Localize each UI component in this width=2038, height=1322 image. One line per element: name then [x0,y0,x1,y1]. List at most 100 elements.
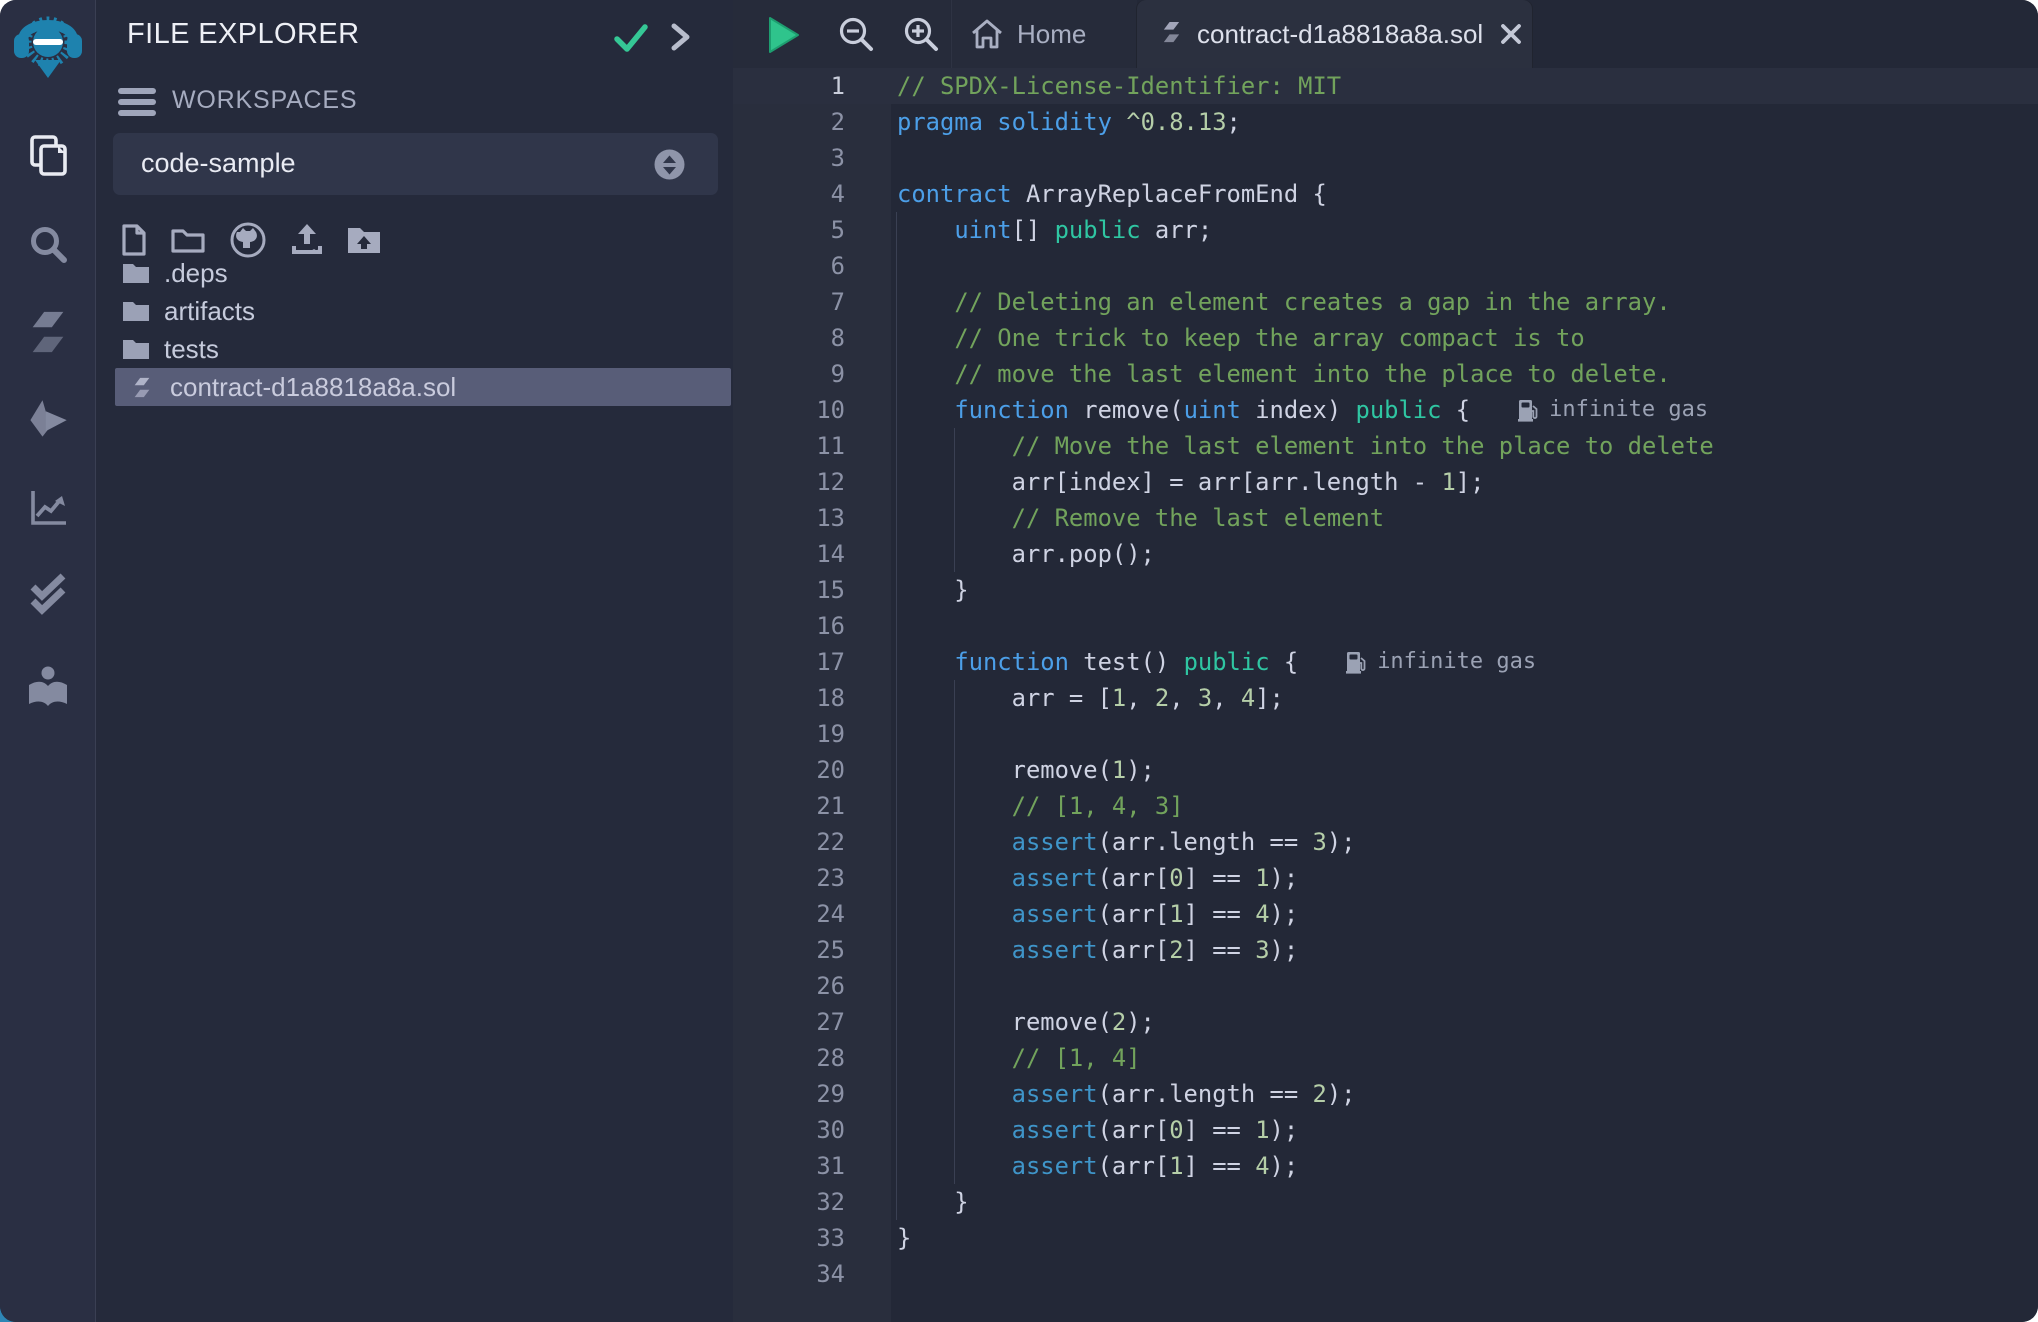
code-line[interactable]: 2pragma solidity ^0.8.13; [733,104,2038,140]
line-number: 1 [733,68,845,104]
code-line[interactable]: 13 // Remove the last element [733,500,2038,536]
line-number: 15 [733,572,845,608]
code-line[interactable]: 20 remove(1); [733,752,2038,788]
code-line[interactable]: 26 [733,968,2038,1004]
code-line[interactable]: 30 assert(arr[0] == 1); [733,1112,2038,1148]
workspaces-menu-icon[interactable] [118,88,156,116]
home-icon [969,17,1005,51]
sidebar-item-search[interactable] [0,222,95,268]
tab-contract-file[interactable]: contract-d1a8818a8a.sol [1136,0,1533,68]
gas-badge-label: infinite gas [1549,392,1708,428]
gas-estimate-badge: infinite gas [1518,392,1708,428]
code-line[interactable]: 9 // move the last element into the plac… [733,356,2038,392]
line-number: 30 [733,1112,845,1148]
code-line[interactable]: 5 uint[] public arr; [733,212,2038,248]
code-line[interactable]: 6 [733,248,2038,284]
gas-badge-label: infinite gas [1377,644,1536,680]
code-line[interactable]: 21 // [1, 4, 3] [733,788,2038,824]
solidity-file-icon [1160,18,1183,51]
tab-home[interactable]: Home [950,0,1137,68]
sidebar-item-statistics[interactable] [0,486,95,530]
remix-logo-icon[interactable] [0,8,95,80]
zoom-in-icon [901,14,943,56]
run-script-button[interactable] [766,16,800,59]
tab-home-label: Home [1017,19,1086,50]
folder-row-tests[interactable]: tests [96,330,733,368]
line-number: 11 [733,428,845,464]
search-icon [25,222,71,268]
sidebar-item-solidity-compiler[interactable] [0,308,95,356]
code-line[interactable]: 18 arr = [1, 2, 3, 4]; [733,680,2038,716]
code-line[interactable]: 29 assert(arr.length == 2); [733,1076,2038,1112]
code-line[interactable]: 25 assert(arr[2] == 3); [733,932,2038,968]
line-number: 3 [733,140,845,176]
code-line[interactable]: 17 function test() public { infinite gas [733,644,2038,680]
line-number: 13 [733,500,845,536]
code-editor[interactable]: 1// SPDX-License-Identifier: MIT2pragma … [733,68,2038,1322]
line-number: 16 [733,608,845,644]
code-line[interactable]: 11 // Move the last element into the pla… [733,428,2038,464]
vertical-icon-panel [0,0,96,1322]
code-line[interactable]: 24 assert(arr[1] == 4); [733,896,2038,932]
workspace-select[interactable]: code-sample [113,133,718,195]
sidebar-item-unit-testing[interactable] [0,572,95,618]
code-line[interactable]: 16 [733,608,2038,644]
code-line[interactable]: 28 // [1, 4] [733,1040,2038,1076]
code-line[interactable]: 23 assert(arr[0] == 1); [733,860,2038,896]
panel-title: FILE EXPLORER [127,18,359,51]
sidebar-item-file-explorer[interactable] [0,132,95,178]
workspaces-label: WORKSPACES [172,86,357,115]
gas-estimate-badge: infinite gas [1346,644,1536,680]
line-number: 33 [733,1220,845,1256]
folder-icon [122,261,150,285]
line-number: 24 [733,896,845,932]
chevron-right-icon[interactable] [668,20,694,59]
code-line[interactable]: 22 assert(arr.length == 3); [733,824,2038,860]
file-name: contract-d1a8818a8a.sol [170,372,456,403]
code-line[interactable]: 8 // One trick to keep the array compact… [733,320,2038,356]
code-line[interactable]: 31 assert(arr[1] == 4); [733,1148,2038,1184]
code-line[interactable]: 34 [733,1256,2038,1292]
code-line[interactable]: 33} [733,1220,2038,1256]
code-line[interactable]: 10 function remove(uint index) public { … [733,392,2038,428]
sidebar-item-learneth[interactable] [0,664,95,712]
folder-name: artifacts [164,296,255,327]
line-number: 28 [733,1040,845,1076]
workspace-name: code-sample [141,148,296,179]
zoom-out-button[interactable] [836,14,878,61]
file-row-contract[interactable]: contract-d1a8818a8a.sol [115,368,731,406]
new-folder-icon[interactable] [170,223,206,257]
upload-file-icon[interactable] [290,222,324,258]
code-line[interactable]: 27 remove(2); [733,1004,2038,1040]
line-number: 12 [733,464,845,500]
code-line[interactable]: 15 } [733,572,2038,608]
folder-name: .deps [164,258,228,289]
code-line[interactable]: 14 arr.pop(); [733,536,2038,572]
folder-row-artifacts[interactable]: artifacts [96,292,733,330]
solidity-icon [25,308,71,356]
line-number: 17 [733,644,845,680]
upload-folder-icon[interactable] [346,224,382,256]
line-number: 8 [733,320,845,356]
ethereum-deploy-icon [26,397,70,441]
code-line[interactable]: 3 [733,140,2038,176]
code-line[interactable]: 19 [733,716,2038,752]
close-tab-icon[interactable] [1499,22,1523,46]
code-line[interactable]: 1// SPDX-License-Identifier: MIT [733,68,2038,104]
code-line[interactable]: 7 // Deleting an element creates a gap i… [733,284,2038,320]
line-number: 7 [733,284,845,320]
new-file-icon[interactable] [120,223,148,257]
line-number: 27 [733,1004,845,1040]
zoom-out-icon [836,14,878,56]
folder-row-deps[interactable]: .deps [96,254,733,292]
line-number: 6 [733,248,845,284]
code-line[interactable]: 12 arr[index] = arr[arr.length - 1]; [733,464,2038,500]
line-number: 5 [733,212,845,248]
code-line[interactable]: 4contract ArrayReplaceFromEnd { [733,176,2038,212]
code-line[interactable]: 32 } [733,1184,2038,1220]
line-number: 31 [733,1148,845,1184]
zoom-in-button[interactable] [901,14,943,61]
line-number: 2 [733,104,845,140]
sidebar-item-deploy-run[interactable] [0,397,95,441]
line-number: 18 [733,680,845,716]
